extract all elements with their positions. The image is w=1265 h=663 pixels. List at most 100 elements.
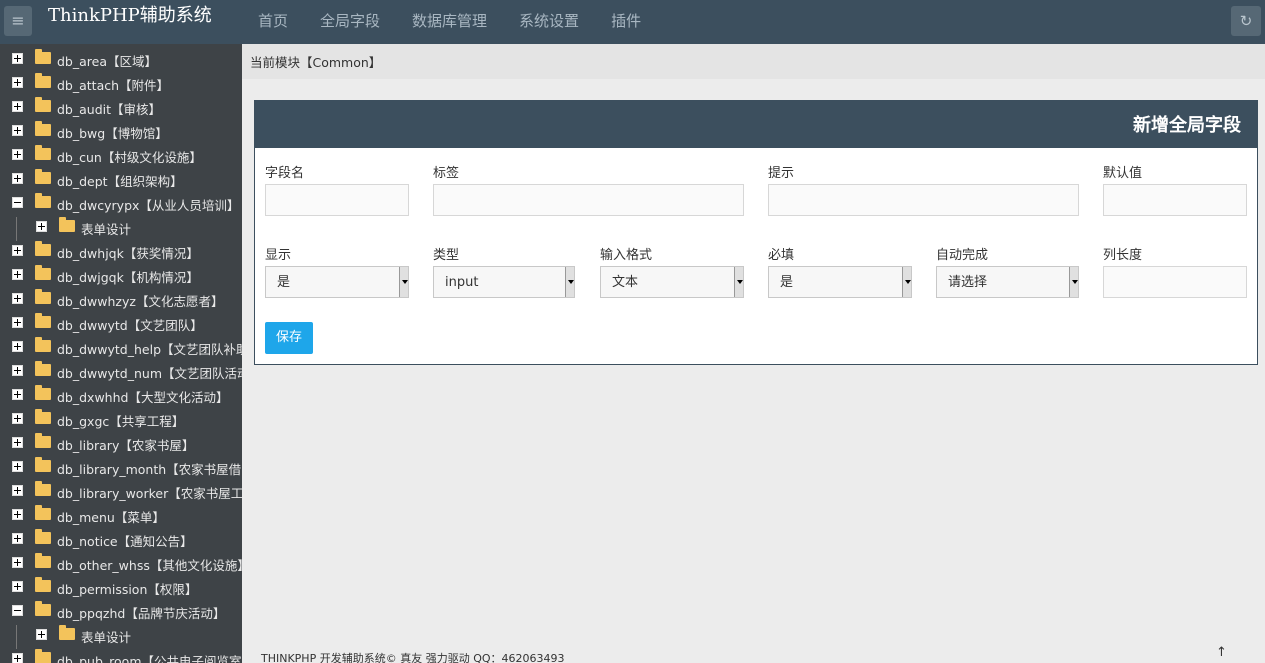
collapse-icon[interactable] [12, 197, 23, 208]
sidebar-item[interactable]: db_dwcyrypx【从业人员培训】 [0, 191, 242, 215]
folder-icon [35, 145, 51, 160]
sidebar-item-label: db_permission【权限】 [57, 582, 198, 597]
tag-label: 标签 [433, 166, 460, 181]
sidebar-item-label: db_notice【通知公告】 [57, 534, 193, 549]
breadcrumb: 当前模块【Common】 [242, 44, 1265, 79]
nav-item-plugins[interactable]: 插件 [595, 0, 657, 44]
folder-icon [35, 241, 51, 256]
expand-icon[interactable] [12, 365, 23, 376]
field-name-input[interactable] [265, 184, 409, 216]
hint-input[interactable] [768, 184, 1079, 216]
sidebar-item-label: db_library【农家书屋】 [57, 438, 195, 453]
sidebar-item[interactable]: db_gxgc【共享工程】 [0, 407, 242, 431]
expand-icon[interactable] [12, 389, 23, 400]
sidebar-item-label: db_dwhjqk【获奖情况】 [57, 246, 199, 261]
nav-item-settings[interactable]: 系统设置 [503, 0, 595, 44]
folder-icon [35, 193, 51, 208]
type-select[interactable]: input [433, 266, 575, 298]
sidebar-item-label: db_dwwytd【文艺团队】 [57, 318, 203, 333]
sidebar-item[interactable]: db_dept【组织架构】 [0, 167, 242, 191]
expand-icon[interactable] [12, 269, 23, 280]
sidebar-item[interactable]: db_menu【菜单】 [0, 503, 242, 527]
required-select[interactable]: 是 [768, 266, 912, 298]
sidebar-item-label: db_library_worker【农家书屋工作 [57, 486, 242, 501]
nav-item-database[interactable]: 数据库管理 [396, 0, 503, 44]
sidebar-item[interactable]: db_other_whss【其他文化设施】 [0, 551, 242, 575]
required-label: 必填 [768, 248, 795, 263]
input-format-label: 输入格式 [600, 248, 653, 263]
expand-icon[interactable] [12, 125, 23, 136]
sidebar-item[interactable]: db_area【区域】 [0, 47, 242, 71]
expand-icon[interactable] [12, 437, 23, 448]
sidebar-item[interactable]: db_library【农家书屋】 [0, 431, 242, 455]
expand-icon[interactable] [12, 77, 23, 88]
folder-icon [35, 505, 51, 520]
sidebar-item[interactable]: db_audit【审核】 [0, 95, 242, 119]
menu-icon[interactable]: ≡ [4, 6, 32, 36]
expand-icon[interactable] [12, 557, 23, 568]
sidebar-item[interactable]: db_dwwhzyz【文化志愿者】 [0, 287, 242, 311]
expand-icon[interactable] [12, 485, 23, 496]
expand-icon[interactable] [12, 461, 23, 472]
save-button[interactable]: 保存 [265, 322, 313, 354]
folder-icon [35, 265, 51, 280]
nav-item-global-fields[interactable]: 全局字段 [304, 0, 396, 44]
sidebar-item-label: db_dwwhzyz【文化志愿者】 [57, 294, 224, 309]
expand-icon[interactable] [12, 317, 23, 328]
autocomplete-select[interactable]: 请选择 [936, 266, 1079, 298]
sidebar-item-label: db_other_whss【其他文化设施】 [57, 558, 242, 573]
expand-icon[interactable] [12, 581, 23, 592]
expand-icon[interactable] [12, 293, 23, 304]
expand-icon[interactable] [12, 509, 23, 520]
sidebar-item[interactable]: 表单设计 [0, 215, 242, 239]
folder-icon [35, 481, 51, 496]
folder-icon [59, 217, 75, 232]
sidebar-item[interactable]: db_bwg【博物馆】 [0, 119, 242, 143]
input-format-select[interactable]: 文本 [600, 266, 744, 298]
expand-icon[interactable] [12, 101, 23, 112]
expand-icon[interactable] [12, 533, 23, 544]
expand-icon[interactable] [12, 653, 23, 663]
sidebar-item[interactable]: db_dwwytd【文艺团队】 [0, 311, 242, 335]
required-select-value: 是 [780, 275, 794, 290]
app-title: ThinkPHP辅助系统 [48, 5, 212, 26]
sidebar-item-label: db_menu【菜单】 [57, 510, 165, 525]
folder-icon [35, 289, 51, 304]
sidebar-item[interactable]: db_dwhjqk【获奖情况】 [0, 239, 242, 263]
expand-icon[interactable] [12, 245, 23, 256]
sidebar-item-label: db_pub_room【公共电子阅览室 [57, 654, 242, 663]
sidebar-item[interactable]: db_dwjgqk【机构情况】 [0, 263, 242, 287]
nav-item-home[interactable]: 首页 [242, 0, 304, 44]
sidebar-item[interactable]: db_dwwytd_num【文艺团队活动 [0, 359, 242, 383]
folder-icon [35, 73, 51, 88]
default-value-input[interactable] [1103, 184, 1247, 216]
sidebar-item[interactable]: db_dwwytd_help【文艺团队补助 [0, 335, 242, 359]
refresh-icon[interactable]: ↻ [1231, 6, 1261, 36]
collapse-icon[interactable] [12, 605, 23, 616]
form-panel: 新增全局字段 字段名 标签 提示 默认值 显示 是 类型 input 输入格式 … [254, 100, 1258, 365]
default-value-label: 默认值 [1103, 166, 1143, 181]
expand-icon[interactable] [12, 173, 23, 184]
sidebar-item[interactable]: db_notice【通知公告】 [0, 527, 242, 551]
expand-icon[interactable] [12, 341, 23, 352]
sidebar-item[interactable]: db_library_worker【农家书屋工作 [0, 479, 242, 503]
sidebar-item[interactable]: db_pub_room【公共电子阅览室 [0, 647, 242, 663]
sidebar-item[interactable]: db_attach【附件】 [0, 71, 242, 95]
expand-icon[interactable] [12, 53, 23, 64]
expand-icon[interactable] [12, 413, 23, 424]
tag-input[interactable] [433, 184, 744, 216]
sidebar-item[interactable]: 表单设计 [0, 623, 242, 647]
sidebar-item[interactable]: db_dxwhhd【大型文化活动】 [0, 383, 242, 407]
sidebar-item-label: db_audit【审核】 [57, 102, 162, 117]
column-length-input[interactable] [1103, 266, 1247, 298]
sidebar-item[interactable]: db_permission【权限】 [0, 575, 242, 599]
expand-icon[interactable] [36, 629, 47, 640]
expand-icon[interactable] [12, 149, 23, 160]
sidebar-item[interactable]: db_library_month【农家书屋借阅 [0, 455, 242, 479]
scroll-top-icon[interactable]: ↑ [1216, 645, 1227, 660]
sidebar-item[interactable]: db_ppqzhd【品牌节庆活动】 [0, 599, 242, 623]
sidebar-item[interactable]: db_cun【村级文化设施】 [0, 143, 242, 167]
display-select[interactable]: 是 [265, 266, 409, 298]
expand-icon[interactable] [36, 221, 47, 232]
display-label: 显示 [265, 248, 292, 263]
